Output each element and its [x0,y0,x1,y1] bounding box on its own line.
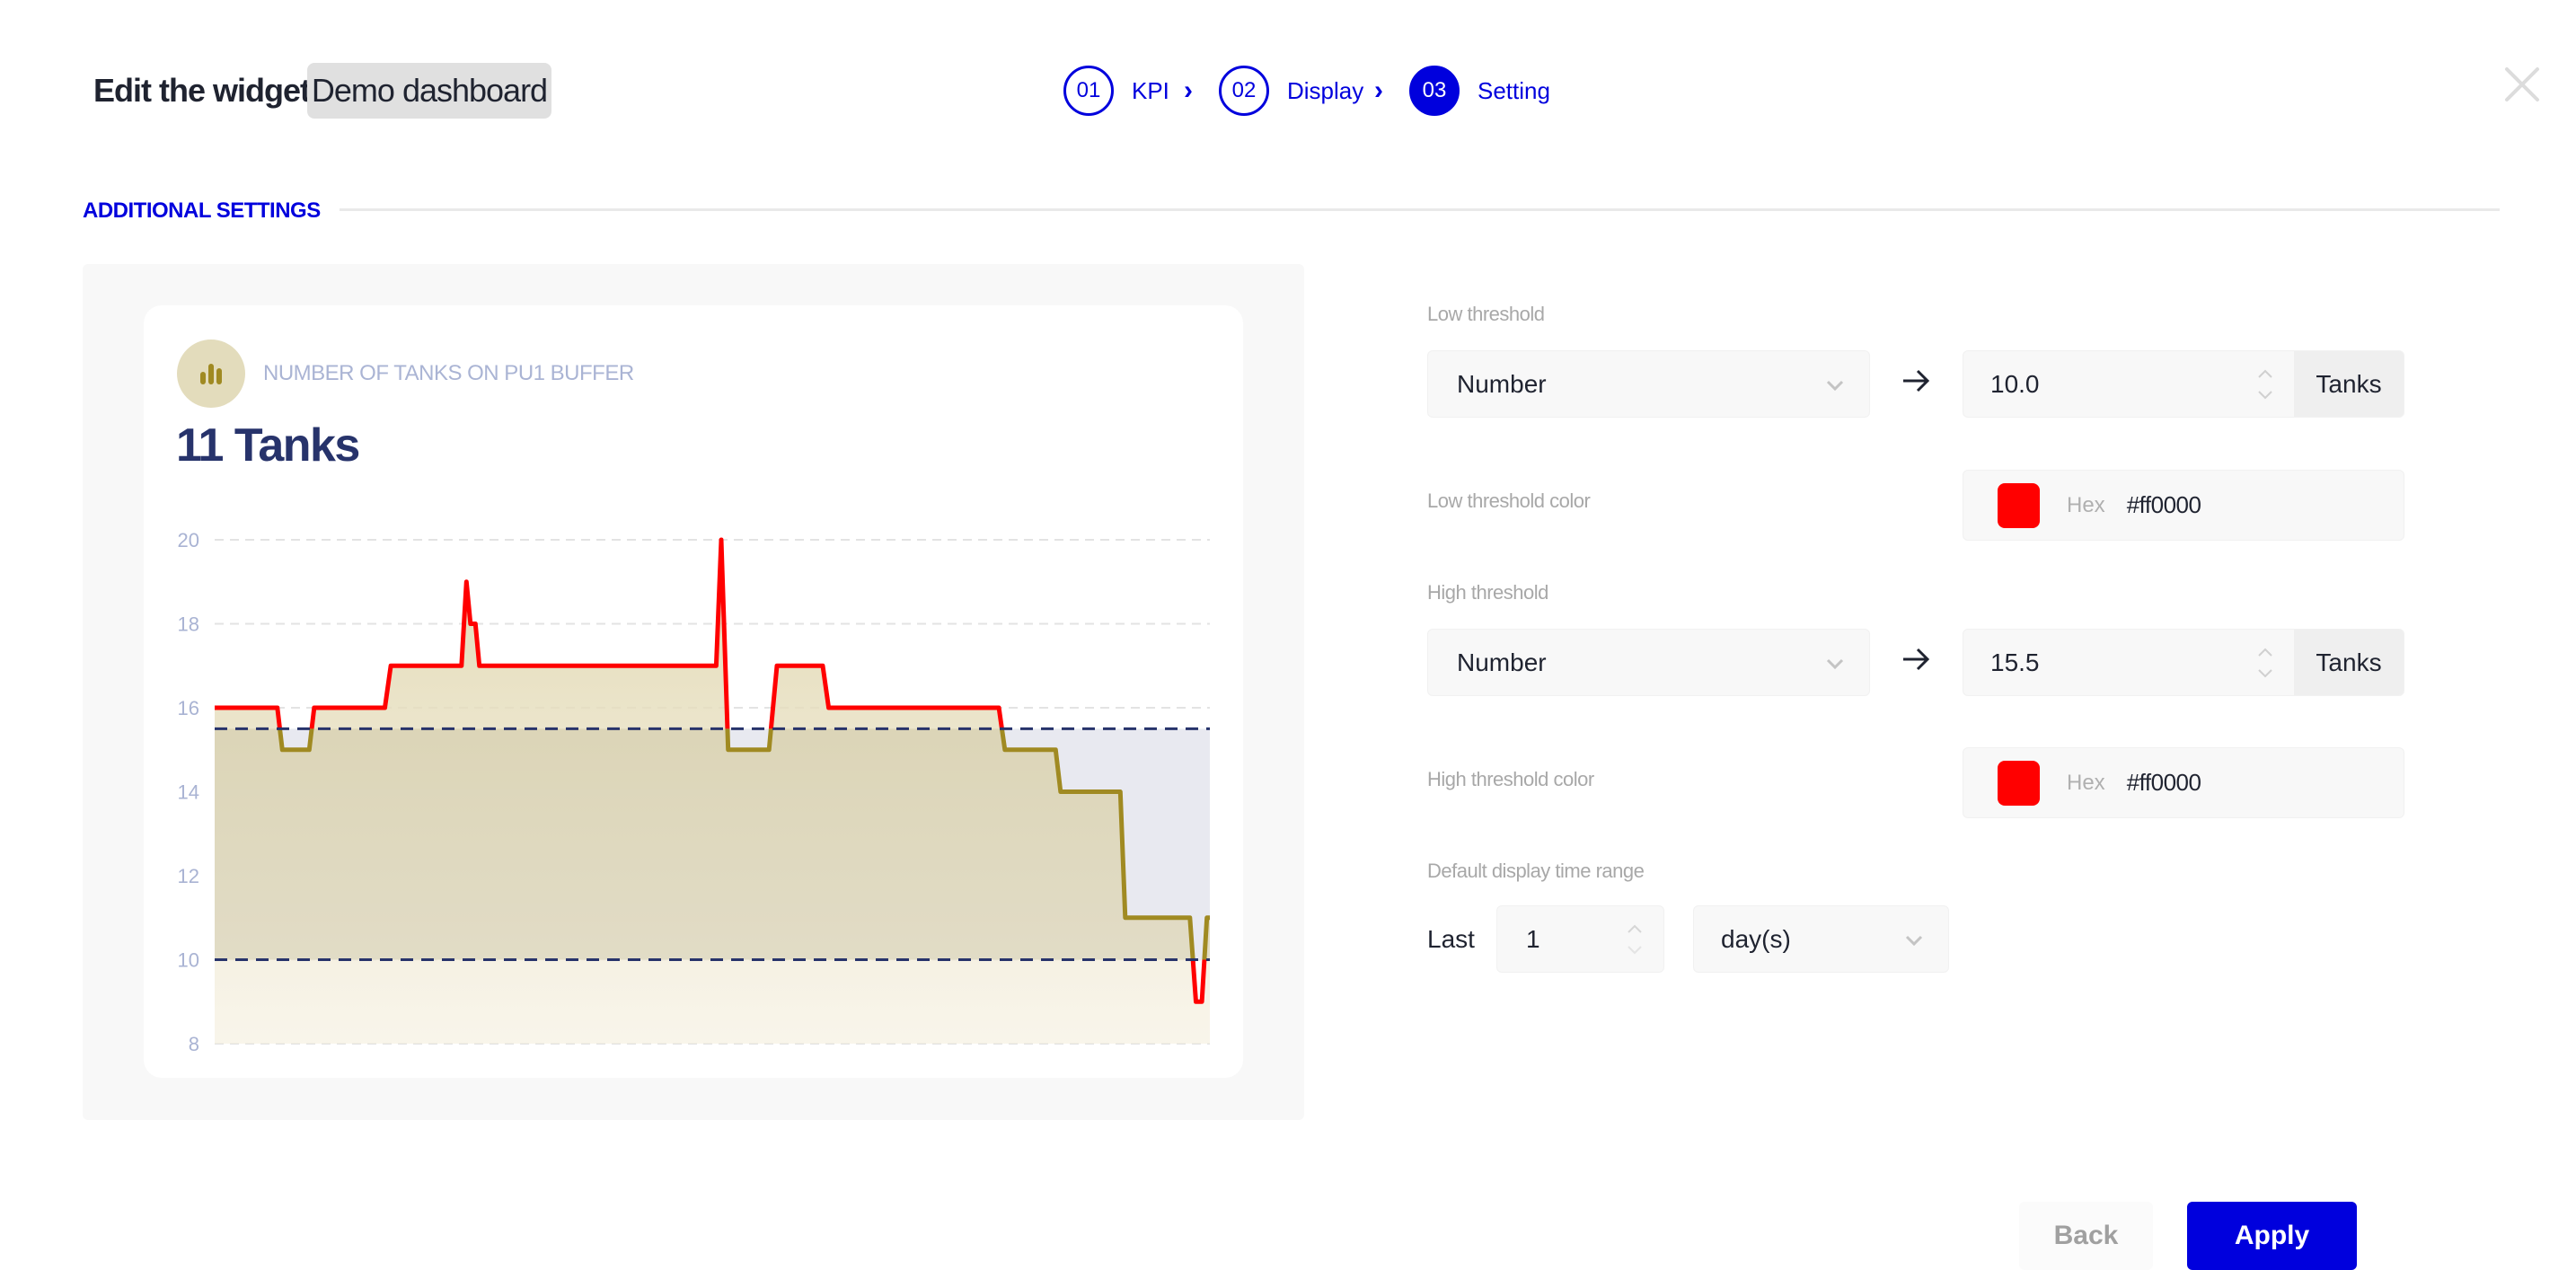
step-label: Display [1287,76,1364,104]
chevron-down-icon[interactable] [2257,390,2273,400]
step-label: KPI [1132,76,1169,104]
number-stepper[interactable] [1617,924,1653,955]
high-threshold-type-select[interactable]: Number [1427,629,1870,696]
close-icon [2505,67,2539,101]
kpi-icon-badge [177,340,245,408]
step-number: 02 [1219,66,1269,116]
hex-label: Hex [2067,770,2105,795]
y-tick-label: 14 [178,781,199,804]
step-kpi[interactable]: 01 KPI [1063,66,1169,116]
step-label: Setting [1478,76,1550,104]
chevron-up-icon[interactable] [2257,648,2273,657]
section-title: ADDITIONAL SETTINGS [83,198,321,223]
arrow-right-icon [1901,644,1931,682]
chevron-right-icon: › [1184,75,1193,105]
bar-chart-icon [200,364,222,384]
y-tick-label: 20 [178,529,199,551]
input-value: 15.5 [1990,648,2040,676]
low-threshold-type-select[interactable]: Number [1427,350,1870,418]
chevron-down-icon [1826,658,1844,670]
y-tick-label: 18 [178,613,199,636]
chevron-down-icon[interactable] [1627,945,1643,955]
time-range-label: Default display time range [1427,860,1645,882]
unit-label: Tanks [2294,351,2404,417]
y-tick-label: 16 [178,697,199,719]
low-threshold-color-picker[interactable]: Hex #ff0000 [1963,470,2404,541]
section-divider [340,208,2500,211]
kpi-title: NUMBER OF TANKS ON PU1 BUFFER [263,361,634,385]
number-stepper[interactable] [2247,648,2283,678]
arrow-right-icon [1901,366,1931,403]
page-title: Edit the widget [93,72,311,109]
high-threshold-color-picker[interactable]: Hex #ff0000 [1963,747,2404,818]
low-threshold-color-label: Low threshold color [1427,489,1591,512]
time-range-unit-select[interactable]: day(s) [1693,905,1949,973]
dashboard-name-badge: Demo dashboard [307,63,551,119]
step-display[interactable]: 02 Display [1219,66,1363,116]
apply-button[interactable]: Apply [2187,1202,2357,1270]
y-tick-label: 10 [178,949,199,972]
back-button[interactable]: Back [2019,1202,2153,1270]
hex-label: Hex [2067,492,2105,517]
select-value: Number [1457,648,1547,676]
select-value: day(s) [1721,924,1791,953]
low-threshold-value-input[interactable]: 10.0 Tanks [1963,350,2404,418]
hex-value-input[interactable]: #ff0000 [2127,491,2201,519]
tanks-chart: 8 10 12 14 16 18 20 [178,529,1210,1055]
color-swatch[interactable] [1998,482,2040,528]
select-value: Number [1457,369,1547,398]
unit-label: Tanks [2294,630,2404,695]
chevron-down-icon [1905,935,1923,947]
input-value: 1 [1526,924,1540,953]
close-button[interactable] [2502,65,2542,104]
y-tick-label: 12 [178,865,199,887]
color-swatch[interactable] [1998,760,2040,806]
chevron-down-icon [1826,380,1844,392]
input-value: 10.0 [1990,369,2040,398]
kpi-value: 11 Tanks [176,419,360,472]
chevron-right-icon: › [1374,75,1383,105]
number-stepper[interactable] [2247,369,2283,400]
hex-value-input[interactable]: #ff0000 [2127,769,2201,797]
y-tick-label: 8 [189,1033,199,1055]
high-threshold-color-label: High threshold color [1427,768,1594,790]
step-setting[interactable]: 03 Setting [1409,66,1550,116]
step-number: 01 [1063,66,1114,116]
time-range-prefix: Last [1427,925,1475,953]
time-range-amount-input[interactable]: 1 [1496,905,1664,973]
chevron-up-icon[interactable] [2257,369,2273,378]
high-threshold-label: High threshold [1427,581,1548,604]
low-threshold-label: Low threshold [1427,303,1545,325]
step-number: 03 [1409,66,1460,116]
high-threshold-value-input[interactable]: 15.5 Tanks [1963,629,2404,696]
chevron-up-icon[interactable] [1627,924,1643,933]
chevron-down-icon[interactable] [2257,668,2273,678]
